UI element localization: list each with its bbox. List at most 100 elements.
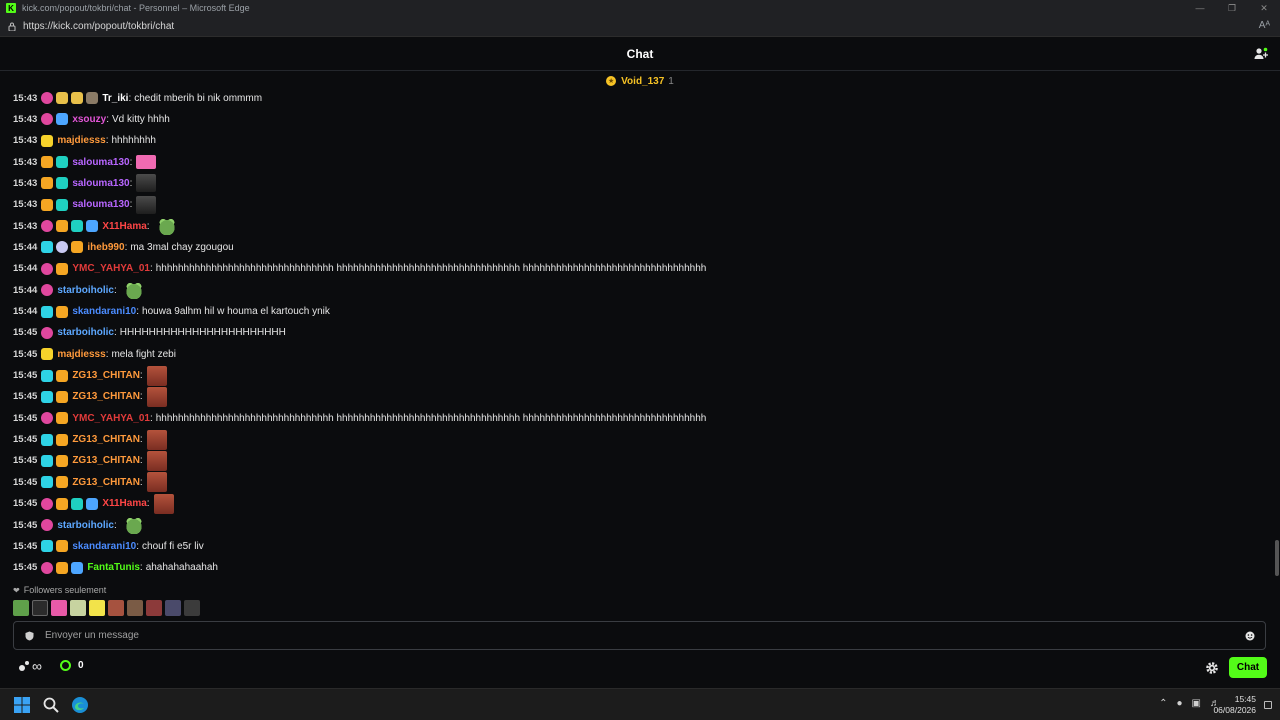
og-badge-icon[interactable] [56,433,69,446]
og-badge-icon[interactable] [41,156,54,169]
microphone-icon[interactable]: ● [1177,698,1183,709]
sub-badge-icon[interactable] [41,326,54,339]
chat-message[interactable]: 15:45 majdiesss: mela fight zebi [13,344,176,364]
chat-message[interactable]: 15:45 starboiholic: [13,515,147,535]
vip-badge-icon[interactable] [71,497,84,510]
message-input[interactable]: Envoyer un message [13,621,1266,650]
sub-badge-icon[interactable] [41,220,54,233]
cat-emote-icon[interactable] [70,600,86,616]
read-aloud-icon[interactable]: Aᴬ [1259,20,1270,31]
message-username[interactable]: Tr_iki [102,93,128,104]
shield-icon[interactable] [25,631,34,641]
windows-start-icon[interactable] [13,696,31,714]
emoji-icon[interactable] [1245,631,1255,641]
message-username[interactable]: majdiesss [57,349,105,360]
og-badge-icon[interactable] [41,177,54,190]
message-username[interactable]: salouma130 [72,199,129,210]
chat-message[interactable]: 15:43 salouma130: [13,195,157,215]
message-username[interactable]: majdiesss [57,135,105,146]
chat-message[interactable]: 15:45 ZG13_CHITAN: [13,472,167,493]
mod-badge-icon[interactable] [41,369,54,382]
chat-message[interactable]: 15:45 starboiholic: HHHHHHHHHHHHHHHHHHHHHH… [13,323,286,343]
og-badge-icon[interactable] [41,198,54,211]
message-username[interactable]: FantaTunis [87,562,140,573]
restore-button[interactable]: ❐ [1216,0,1248,16]
og-badge-icon[interactable] [56,476,69,489]
chat-message[interactable]: 15:45 ZG13_CHITAN: [13,365,167,386]
channel-points[interactable]: ∞ [18,659,42,673]
cal-badge-icon[interactable] [41,134,54,147]
chat-emote-icon[interactable] [146,365,167,386]
chat-message[interactable]: 15:44 YMC_YAHYA_01: hhhhhhhhhhhhhhhhhhhhhh… [13,259,706,279]
og-badge-icon[interactable] [56,561,69,574]
notification-icon[interactable] [1264,701,1272,709]
send-chat-button[interactable]: Chat [1229,657,1267,678]
gift-badge-icon[interactable] [56,113,69,126]
og-badge-icon[interactable] [56,497,69,510]
sub-badge-icon[interactable] [41,497,54,510]
bunny-emote-icon[interactable] [127,600,143,616]
chat-emote-icon[interactable] [146,386,167,407]
bunny-badge-icon[interactable] [86,92,99,104]
chat-message[interactable]: 15:43 Tr_iki: chedit mberih bi nik ommmm [13,88,262,108]
chat-emote-icon[interactable] [146,472,167,493]
message-username[interactable]: YMC_YAHYA_01 [72,263,150,274]
chat-emote-icon[interactable] [136,195,157,214]
minimize-button[interactable]: — [1184,0,1216,16]
users-icon[interactable] [1254,47,1268,61]
url-text[interactable]: https://kick.com/popout/tokbri/chat [23,21,174,32]
message-username[interactable]: X11Hama [102,221,146,232]
og-badge-icon[interactable] [56,540,69,553]
message-username[interactable]: X11Hama [102,498,146,509]
message-username[interactable]: salouma130 [72,157,129,168]
chat-message[interactable]: 15:45 ZG13_CHITAN: [13,429,167,450]
mod-badge-icon[interactable] [41,241,54,254]
sub-badge-icon[interactable] [41,519,54,531]
message-username[interactable]: ZG13_CHITAN [72,391,140,402]
chat-message[interactable]: 15:45 skandarani10: chouf fi e5r liv [13,536,204,556]
gift-badge-icon[interactable] [86,497,99,510]
kick-logo-emote-icon[interactable] [32,600,48,616]
chat-message[interactable]: 15:44 skandarani10: houwa 9alhm hil w houm… [13,302,330,322]
address-bar[interactable]: https://kick.com/popout/tokbri/chat Aᴬ [0,16,1280,37]
og-badge-icon[interactable] [56,390,69,403]
ghost-badge-icon[interactable] [56,241,69,254]
red-face-emote-icon[interactable] [146,600,162,616]
og-badge-icon[interactable] [56,412,69,425]
chat-message[interactable]: 15:43 X11Hama: [13,216,180,236]
og-badge-icon[interactable] [56,305,69,318]
message-username[interactable]: ZG13_CHITAN [72,455,140,466]
mute-emote-icon[interactable] [184,600,200,616]
og-badge-icon[interactable] [71,241,84,254]
chat-messages[interactable]: 15:43 Tr_iki: chedit mberih bi nik ommmm 15… [0,88,1275,580]
chat-emote-icon[interactable] [146,450,167,471]
mod-badge-icon[interactable] [41,454,54,467]
message-username[interactable]: starboiholic [57,327,114,338]
message-username[interactable]: starboiholic [57,285,114,296]
chat-message[interactable]: 15:44 starboiholic: [13,280,147,300]
message-username[interactable]: ZG13_CHITAN [72,434,140,445]
vip-badge-icon[interactable] [56,177,69,190]
gift-badge-icon[interactable] [86,220,99,233]
mod-badge-icon[interactable] [41,476,54,489]
og-badge-icon[interactable] [56,262,69,275]
chat-message[interactable]: 15:45 X11Hama: [13,493,174,514]
mod-badge-icon[interactable] [41,433,54,446]
og-badge-icon[interactable] [56,454,69,467]
network-icon[interactable]: ▣ [1192,698,1201,709]
chat-emote-icon[interactable] [136,155,157,170]
message-username[interactable]: ZG13_CHITAN [72,477,140,488]
close-button[interactable]: ✕ [1248,0,1280,16]
search-icon[interactable] [42,696,60,714]
scrollbar[interactable] [1275,540,1279,576]
mod-badge-icon[interactable] [41,540,54,553]
message-username[interactable]: YMC_YAHYA_01 [72,413,150,424]
chat-message[interactable]: 15:45 ZG13_CHITAN: [13,386,167,407]
chat-message[interactable]: 15:44 iheb990: ma 3mal chay zgougou [13,237,234,257]
pink-emote-icon[interactable] [51,600,67,616]
message-username[interactable]: xsouzy [72,114,106,125]
message-username[interactable]: iheb990 [87,242,124,253]
chat-emote-icon[interactable] [120,281,147,300]
chat-message[interactable]: 15:43 salouma130: [13,173,157,193]
vip-badge-icon[interactable] [56,198,69,211]
